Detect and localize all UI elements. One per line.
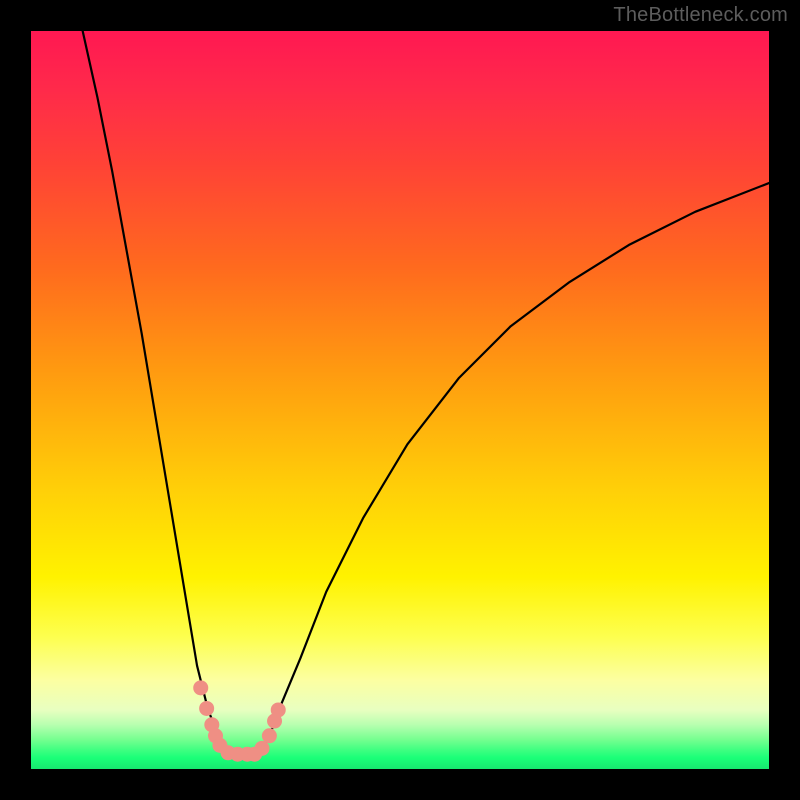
data-marker: [262, 728, 277, 743]
series-left-curve: [83, 31, 231, 754]
data-marker: [193, 680, 208, 695]
series-right-curve: [260, 183, 769, 754]
chart-svg: [31, 31, 769, 769]
curve-group: [83, 31, 769, 754]
plot-area: [31, 31, 769, 769]
chart-frame: TheBottleneck.com: [0, 0, 800, 800]
data-marker: [254, 741, 269, 756]
data-marker: [199, 701, 214, 716]
watermark-text: TheBottleneck.com: [613, 4, 788, 27]
marker-group: [193, 680, 285, 761]
data-marker: [271, 702, 286, 717]
